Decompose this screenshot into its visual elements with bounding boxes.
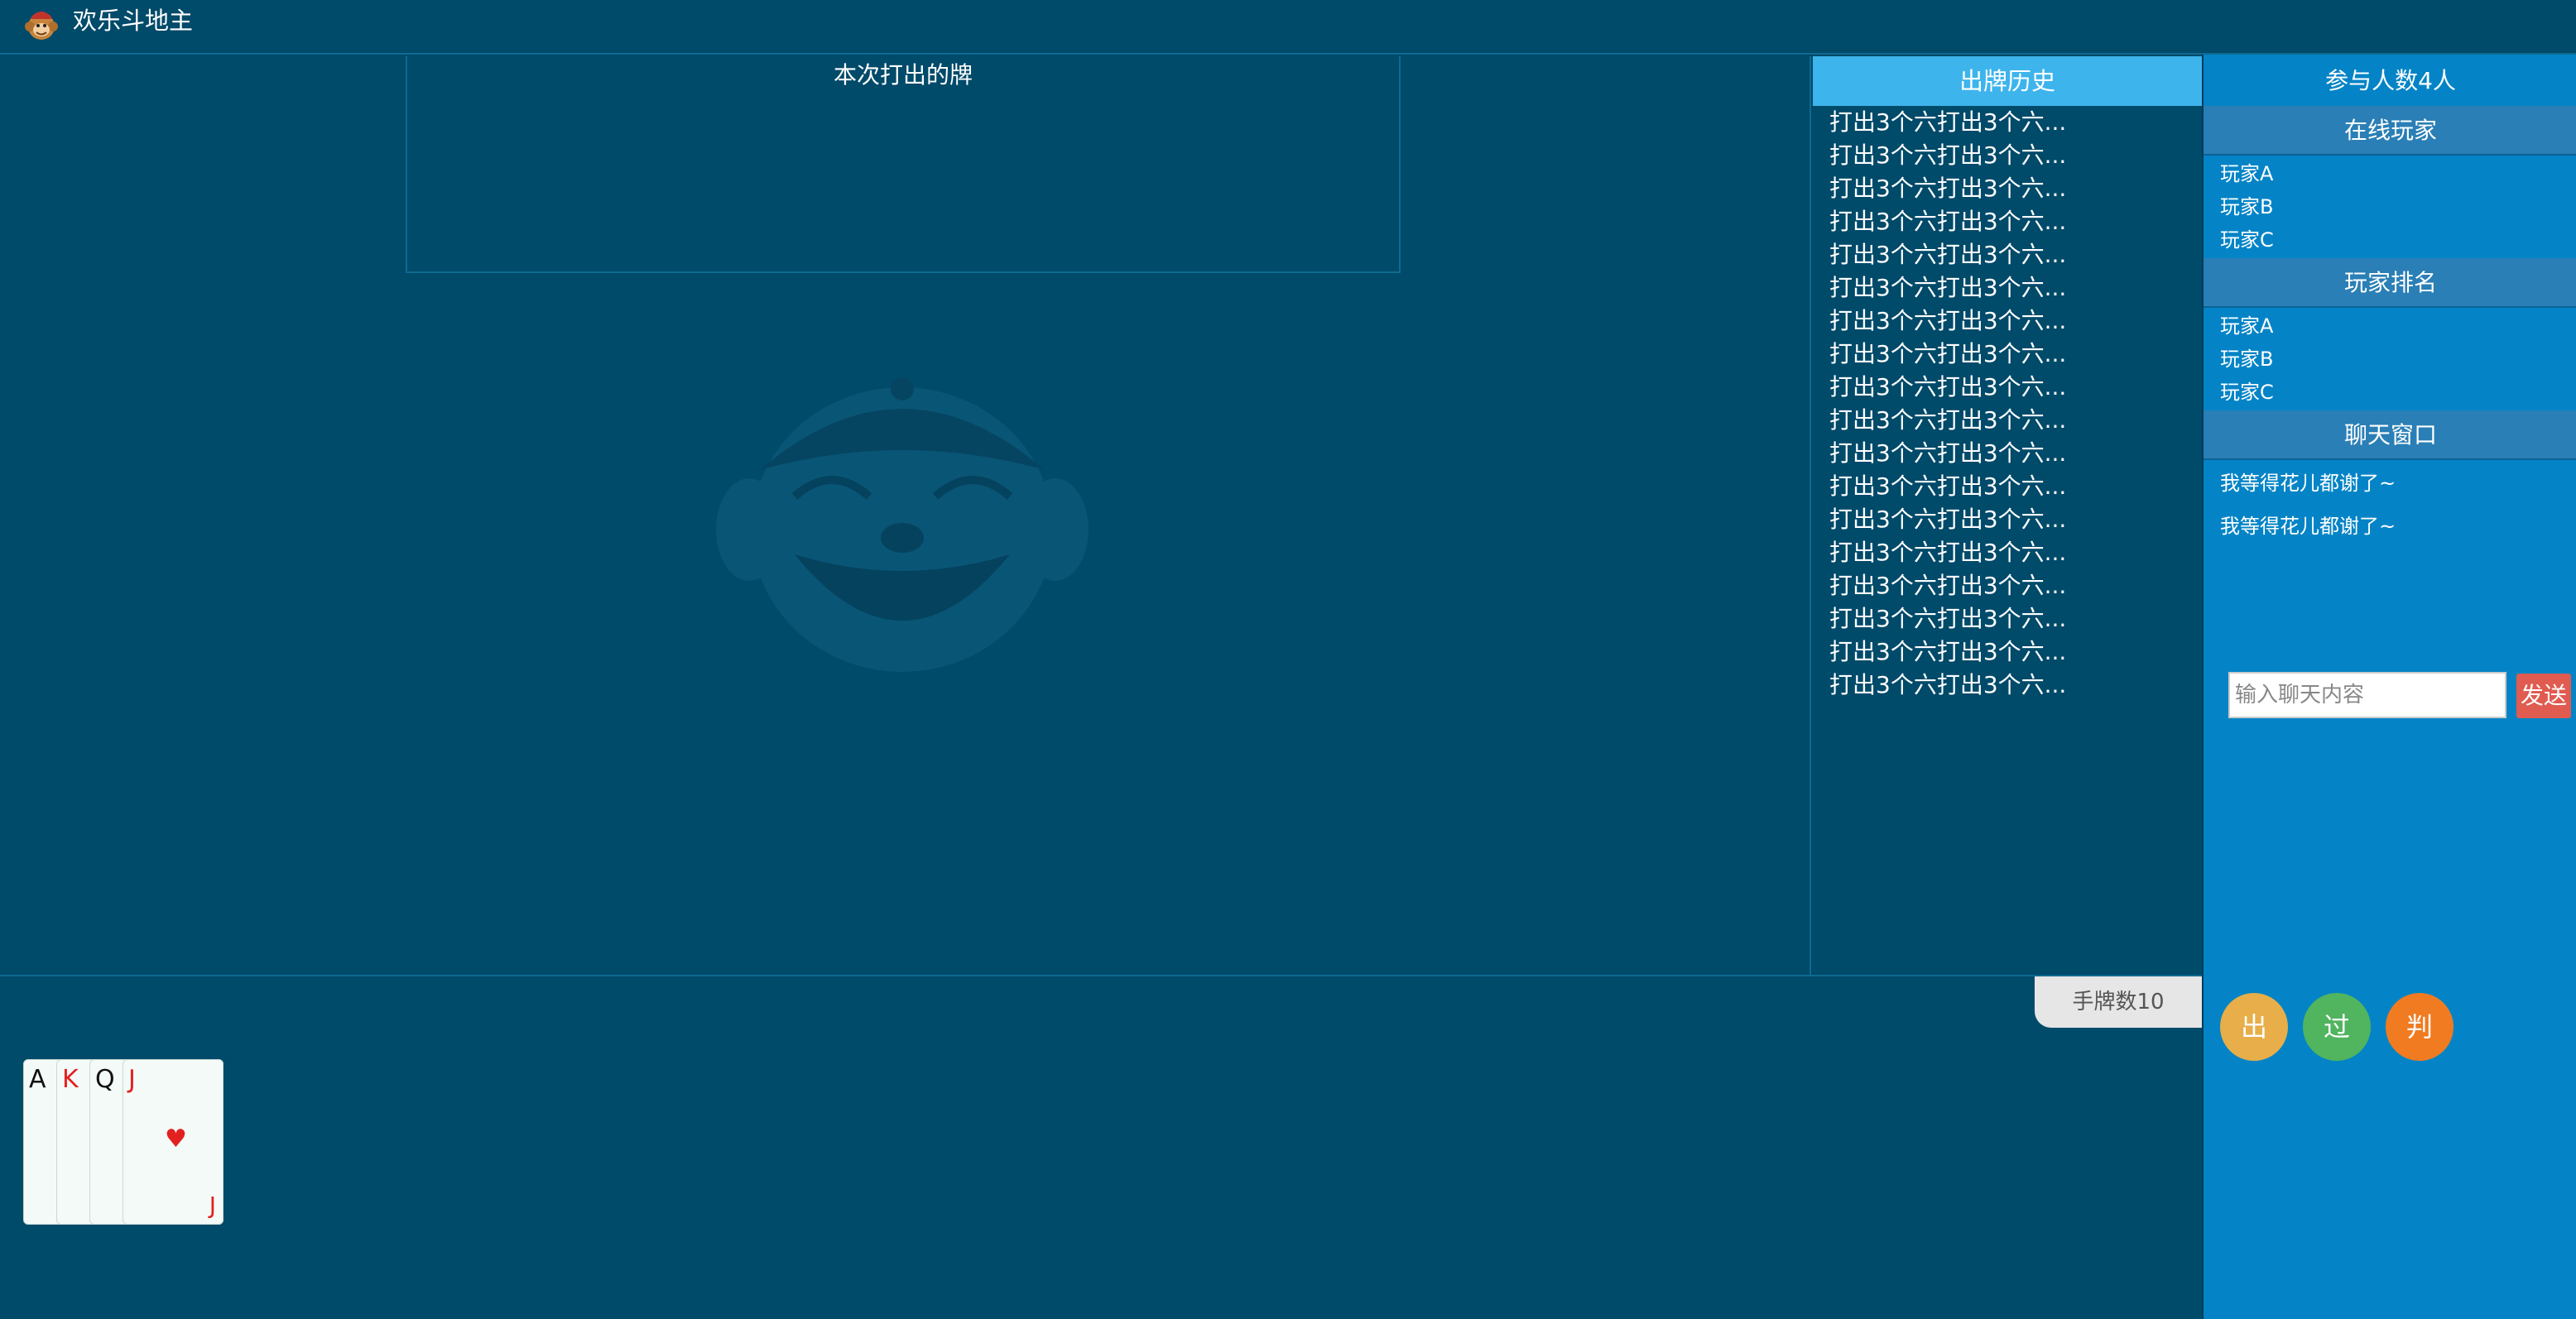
hand-area bbox=[0, 975, 2202, 1319]
app-title: 欢乐斗地主 bbox=[73, 7, 194, 35]
play-button[interactable]: 出 bbox=[2220, 993, 2288, 1061]
history-item: 打出3个六打出3个六... bbox=[1829, 108, 2067, 136]
chat-message: 我等得花儿都谢了~ bbox=[2220, 515, 2396, 538]
card-rank: A bbox=[29, 1065, 46, 1094]
send-button[interactable]: 发送 bbox=[2516, 674, 2571, 718]
history-item: 打出3个六打出3个六... bbox=[1829, 539, 2067, 566]
chat-input[interactable] bbox=[2228, 672, 2506, 718]
side-panel: 参与人数4人 在线玩家 玩家A 玩家B 玩家C 玩家排名 玩家A 玩家B 玩家C… bbox=[2202, 55, 2576, 1319]
history-item: 打出3个六打出3个六... bbox=[1829, 340, 2067, 367]
chat-window-title: 聊天窗口 bbox=[2204, 410, 2576, 460]
online-player-item[interactable]: 玩家A bbox=[2220, 157, 2568, 190]
play-history-list: 打出3个六打出3个六... 打出3个六打出3个六... 打出3个六打出3个六..… bbox=[1829, 106, 2194, 702]
judge-button[interactable]: 判 bbox=[2386, 993, 2453, 1061]
ranking-title: 玩家排名 bbox=[2204, 258, 2576, 308]
history-item: 打出3个六打出3个六... bbox=[1829, 671, 2067, 698]
history-item: 打出3个六打出3个六... bbox=[1829, 274, 2067, 301]
history-item: 打出3个六打出3个六... bbox=[1829, 307, 2067, 334]
history-item: 打出3个六打出3个六... bbox=[1829, 241, 2067, 268]
history-item: 打出3个六打出3个六... bbox=[1829, 141, 2067, 169]
card-rank: K bbox=[62, 1065, 79, 1094]
online-player-item[interactable]: 玩家B bbox=[2220, 190, 2568, 223]
played-cards-label: 本次打出的牌 bbox=[833, 61, 973, 89]
online-players-title: 在线玩家 bbox=[2204, 106, 2576, 156]
history-item: 打出3个六打出3个六... bbox=[1829, 175, 2067, 202]
ranking-player-item[interactable]: 玩家A bbox=[2220, 309, 2568, 343]
heart-suit-icon: ♥ bbox=[165, 1125, 187, 1154]
history-item: 打出3个六打出3个六... bbox=[1829, 572, 2067, 599]
participants-count: 参与人数4人 bbox=[2325, 67, 2456, 94]
history-item: 打出3个六打出3个六... bbox=[1829, 406, 2067, 434]
ranking-player-item[interactable]: 玩家C bbox=[2220, 376, 2568, 409]
history-item: 打出3个六打出3个六... bbox=[1829, 208, 2067, 235]
history-item: 打出3个六打出3个六... bbox=[1829, 373, 2067, 400]
history-item: 打出3个六打出3个六... bbox=[1829, 638, 2067, 665]
hand-count-tab: 手牌数10 bbox=[2035, 976, 2202, 1028]
mascot-watermark-icon bbox=[716, 377, 1089, 672]
history-item: 打出3个六打出3个六... bbox=[1829, 506, 2067, 533]
play-history-panel: 出牌历史 打出3个六打出3个六... 打出3个六打出3个六... 打出3个六打出… bbox=[1809, 56, 2202, 975]
top-bar: 欢乐斗地主 bbox=[0, 0, 2576, 55]
monkey-logo-icon bbox=[25, 12, 58, 40]
card-rank: Q bbox=[95, 1065, 115, 1094]
history-item: 打出3个六打出3个六... bbox=[1829, 439, 2067, 467]
playing-card-j[interactable]: J ♥ J bbox=[123, 1059, 223, 1225]
chat-message: 我等得花儿都谢了~ bbox=[2220, 472, 2396, 495]
history-item: 打出3个六打出3个六... bbox=[1829, 605, 2067, 632]
played-cards-area: 本次打出的牌 bbox=[406, 56, 1401, 273]
online-player-item[interactable]: 玩家C bbox=[2220, 223, 2568, 257]
pass-button[interactable]: 过 bbox=[2303, 993, 2371, 1061]
card-rank-bottom: J bbox=[209, 1192, 216, 1219]
history-item: 打出3个六打出3个六... bbox=[1829, 472, 2067, 500]
play-history-title: 出牌历史 bbox=[1813, 56, 2202, 106]
ranking-player-item[interactable]: 玩家B bbox=[2220, 343, 2568, 376]
card-rank: J bbox=[128, 1065, 136, 1094]
